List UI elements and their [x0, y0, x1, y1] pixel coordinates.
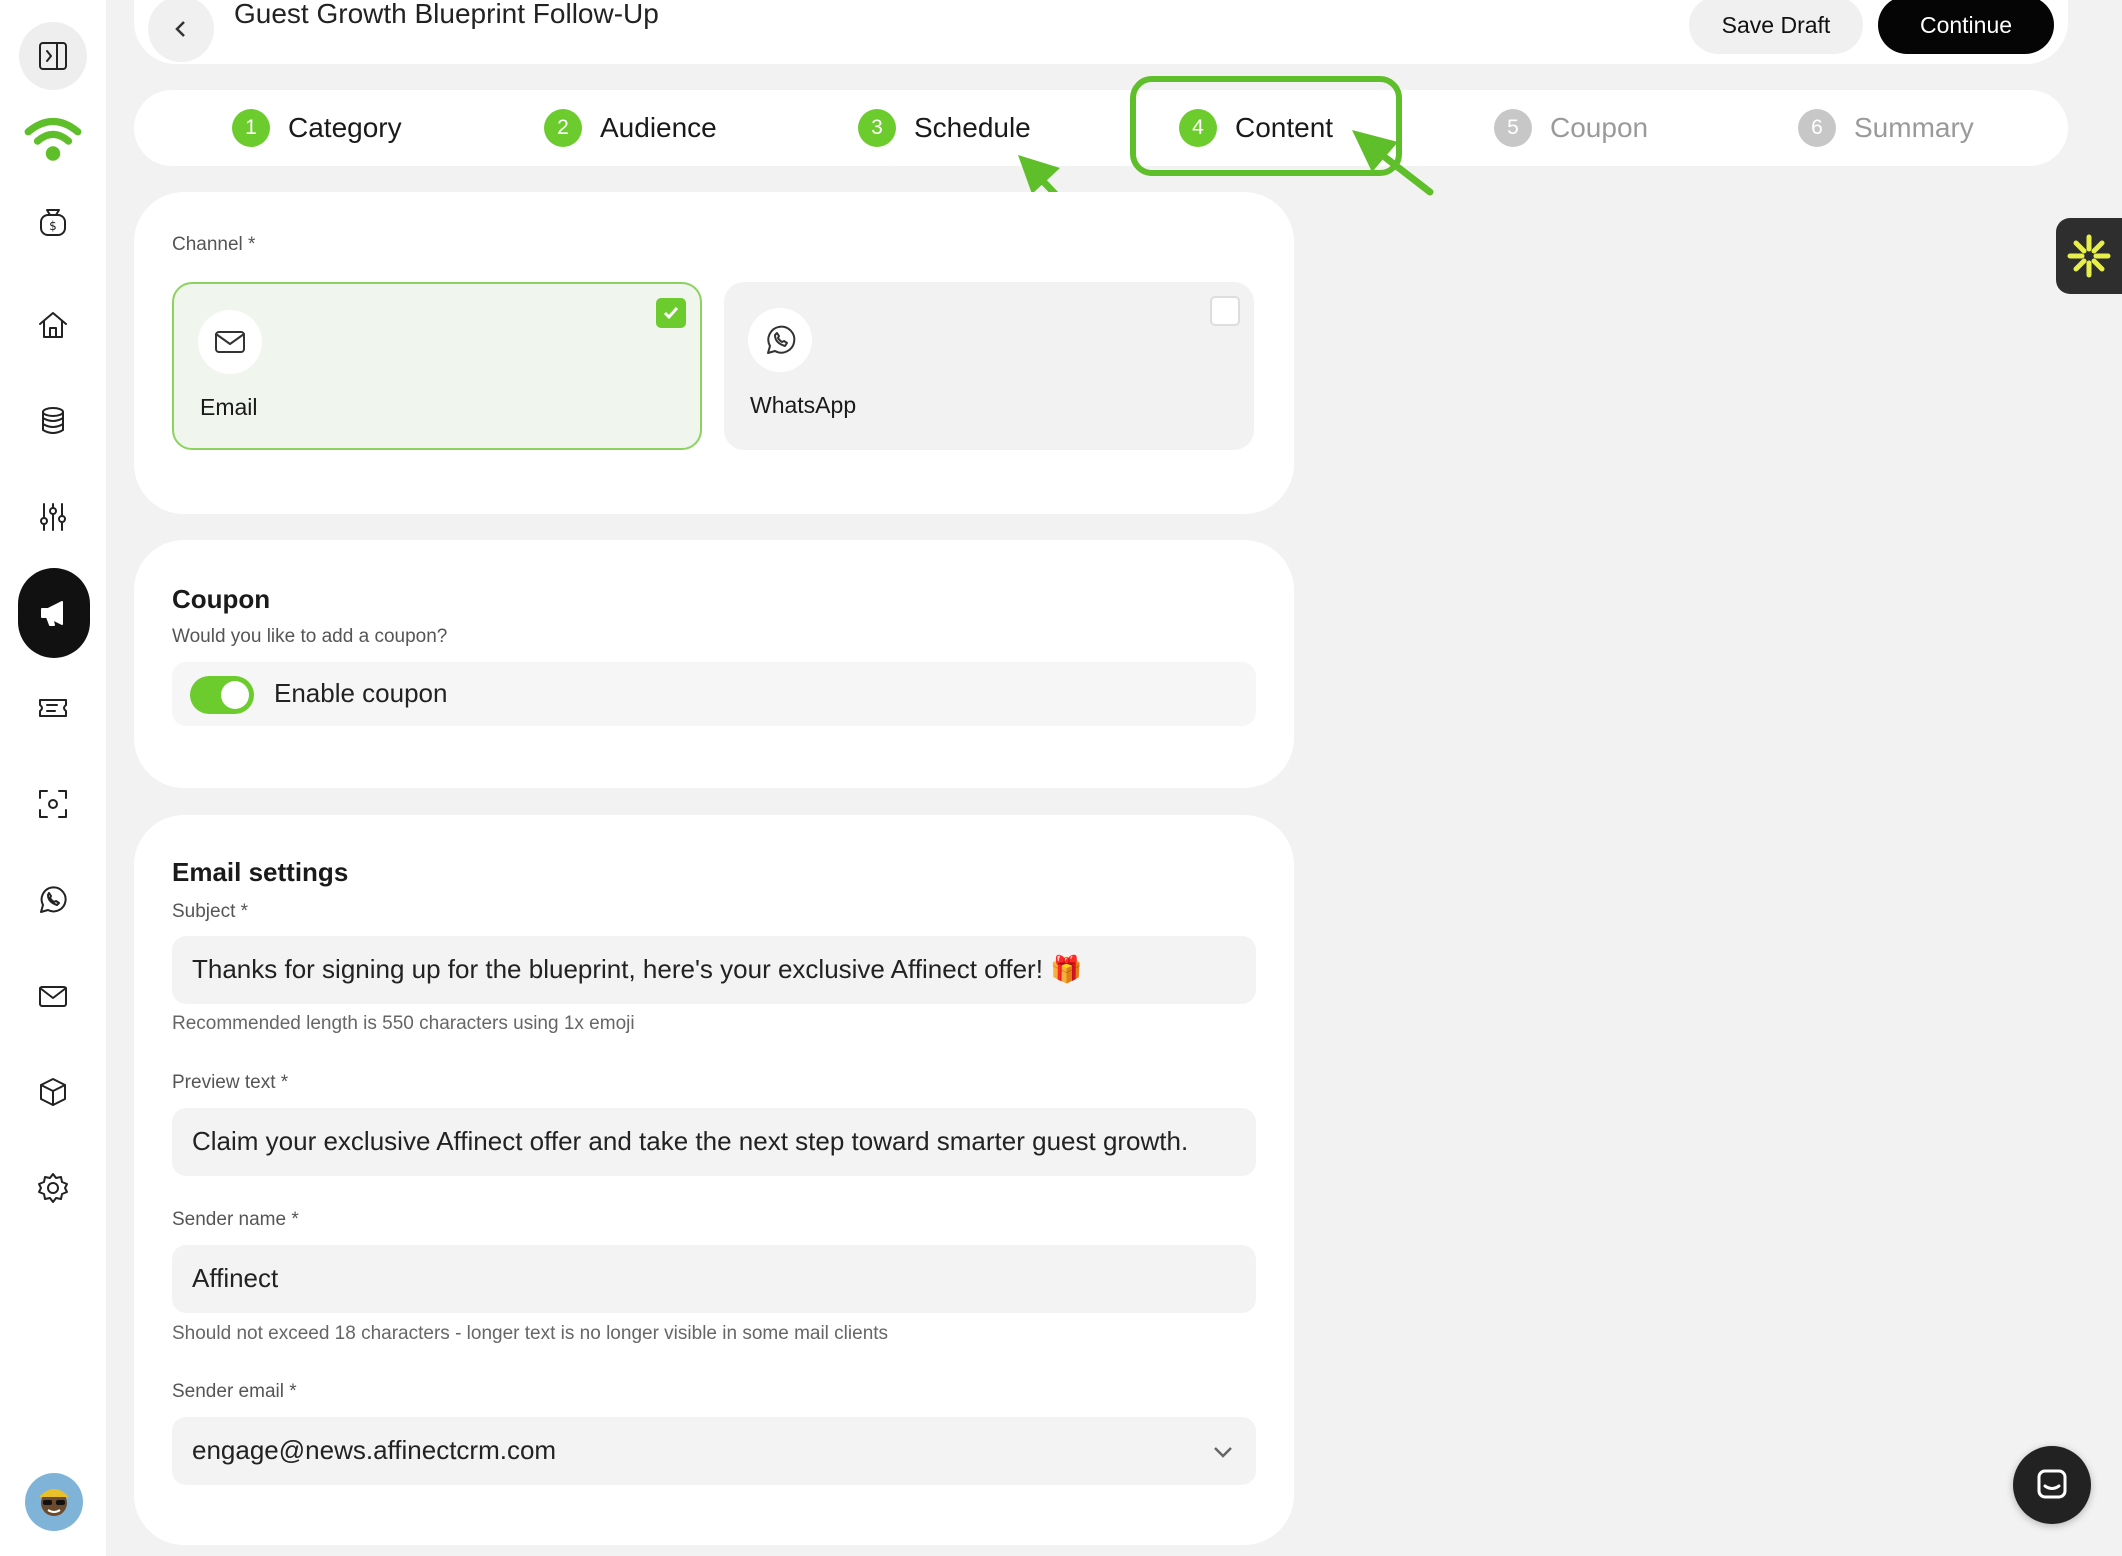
step-category[interactable]: 1 Category	[232, 108, 402, 148]
sidebar-item-settings-sliders[interactable]	[19, 483, 87, 551]
box-icon	[40, 1078, 66, 1106]
channel-option-label: WhatsApp	[750, 392, 857, 418]
sparkle-asterisk-icon	[2067, 234, 2111, 278]
chevron-left-icon	[175, 21, 185, 37]
sidebar-item-tickets[interactable]	[19, 674, 87, 742]
whatsapp-checkbox[interactable]	[1210, 296, 1240, 326]
sender-email-value: engage@news.affinectcrm.com	[192, 1435, 557, 1465]
whatsapp-icon	[40, 886, 67, 913]
preview-text-label: Preview text *	[172, 1072, 289, 1093]
step-label: Schedule	[914, 112, 1031, 143]
channel-option-label: Email	[200, 394, 258, 420]
checkmark-icon	[663, 307, 679, 320]
sidebar-collapse-icon	[39, 42, 67, 70]
subject-label: Subject *	[172, 901, 249, 922]
sender-email-label: Sender email *	[172, 1381, 297, 1402]
enable-coupon-row: Enable coupon	[172, 662, 1256, 726]
email-icon-circle	[198, 310, 262, 374]
toggle-knob	[221, 681, 249, 709]
save-draft-button[interactable]: Save Draft	[1689, 0, 1863, 54]
step-label: Category	[288, 112, 402, 143]
continue-button[interactable]: Continue	[1878, 0, 2054, 54]
page-title: Guest Growth Blueprint Follow-Up	[234, 0, 659, 29]
sender-name-label: Sender name *	[172, 1209, 299, 1230]
sidebar-item-settings[interactable]	[19, 1154, 87, 1222]
step-schedule[interactable]: 3 Schedule	[858, 108, 1031, 148]
brand-logo[interactable]	[19, 104, 87, 172]
subject-input[interactable]: Thanks for signing up for the blueprint,…	[172, 936, 1256, 1004]
user-avatar-icon	[39, 1489, 69, 1516]
sender-email-select[interactable]: engage@news.affinectcrm.com	[172, 1417, 1256, 1485]
sidebar-item-revenue[interactable]: $	[19, 188, 87, 256]
sidebar-item-scan[interactable]	[19, 770, 87, 838]
step-coupon[interactable]: 5 Coupon	[1494, 108, 1648, 148]
email-settings-card: Email settings Subject * Thanks for sign…	[134, 815, 1294, 1545]
sidebar-item-campaigns[interactable]	[18, 568, 90, 658]
back-button[interactable]	[148, 0, 214, 62]
database-icon	[42, 407, 64, 434]
wizard-stepper: 1 Category 2 Audience 3 Schedule 4 Conte…	[134, 90, 2068, 166]
chevron-down-icon	[1210, 1439, 1236, 1465]
sidebar-item-products[interactable]	[19, 1058, 87, 1126]
coupon-card: Coupon Would you like to add a coupon? E…	[134, 540, 1294, 788]
sidebar-item-home[interactable]	[19, 291, 87, 359]
sidebar-item-database[interactable]	[19, 387, 87, 455]
coupon-question: Would you like to add a coupon?	[172, 626, 448, 647]
coupon-title: Coupon	[172, 584, 271, 614]
megaphone-icon	[41, 601, 63, 626]
enable-coupon-label: Enable coupon	[274, 678, 448, 708]
step-audience[interactable]: 2 Audience	[544, 108, 717, 148]
enable-coupon-toggle[interactable]	[190, 676, 254, 714]
chat-launcher-button[interactable]	[2013, 1446, 2091, 1524]
sender-name-hint: Should not exceed 18 characters - longer…	[172, 1323, 889, 1344]
whatsapp-icon	[767, 325, 796, 354]
annotation-highlight-box	[1130, 76, 1402, 176]
feedback-widget-tab[interactable]	[2056, 218, 2122, 294]
page-header: Guest Growth Blueprint Follow-Up Save Dr…	[134, 0, 2068, 64]
channel-label: Channel *	[172, 234, 256, 255]
step-summary[interactable]: 6 Summary	[1798, 108, 1974, 148]
mail-icon	[39, 986, 67, 1007]
step-label: Coupon	[1550, 112, 1649, 143]
chat-icon	[2037, 1469, 2067, 1499]
sliders-icon	[40, 503, 66, 531]
preview-text-input[interactable]: Claim your exclusive Affinect offer and …	[172, 1108, 1256, 1176]
subject-hint: Recommended length is 550 characters usi…	[172, 1013, 635, 1034]
gear-icon	[38, 1173, 68, 1203]
mail-icon	[215, 331, 245, 353]
email-checkbox[interactable]	[656, 298, 686, 328]
step-number: 1	[232, 109, 270, 147]
email-settings-title: Email settings	[172, 857, 349, 887]
sidebar-collapse-button[interactable]	[19, 22, 87, 90]
step-label: Summary	[1854, 112, 1974, 143]
home-icon	[39, 312, 67, 338]
step-number: 6	[1798, 109, 1836, 147]
money-bag-icon: $	[40, 209, 66, 236]
sidebar: $	[0, 0, 106, 1556]
sidebar-item-email[interactable]	[19, 962, 87, 1030]
step-number: 5	[1494, 109, 1532, 147]
ticket-icon	[39, 699, 67, 717]
channel-option-whatsapp[interactable]: WhatsApp	[724, 282, 1254, 450]
wifi-logo-icon	[24, 117, 82, 161]
sidebar-item-whatsapp[interactable]	[19, 866, 87, 934]
avatar[interactable]	[25, 1473, 83, 1531]
whatsapp-icon-circle	[748, 308, 812, 372]
step-number: 3	[858, 109, 896, 147]
svg-text:$: $	[49, 219, 57, 233]
step-label: Audience	[600, 112, 717, 143]
channel-card: Channel * Email WhatsApp	[134, 192, 1294, 514]
scan-icon	[39, 790, 67, 818]
step-number: 2	[544, 109, 582, 147]
channel-option-email[interactable]: Email	[172, 282, 702, 450]
sender-name-input[interactable]: Affinect	[172, 1245, 1256, 1313]
